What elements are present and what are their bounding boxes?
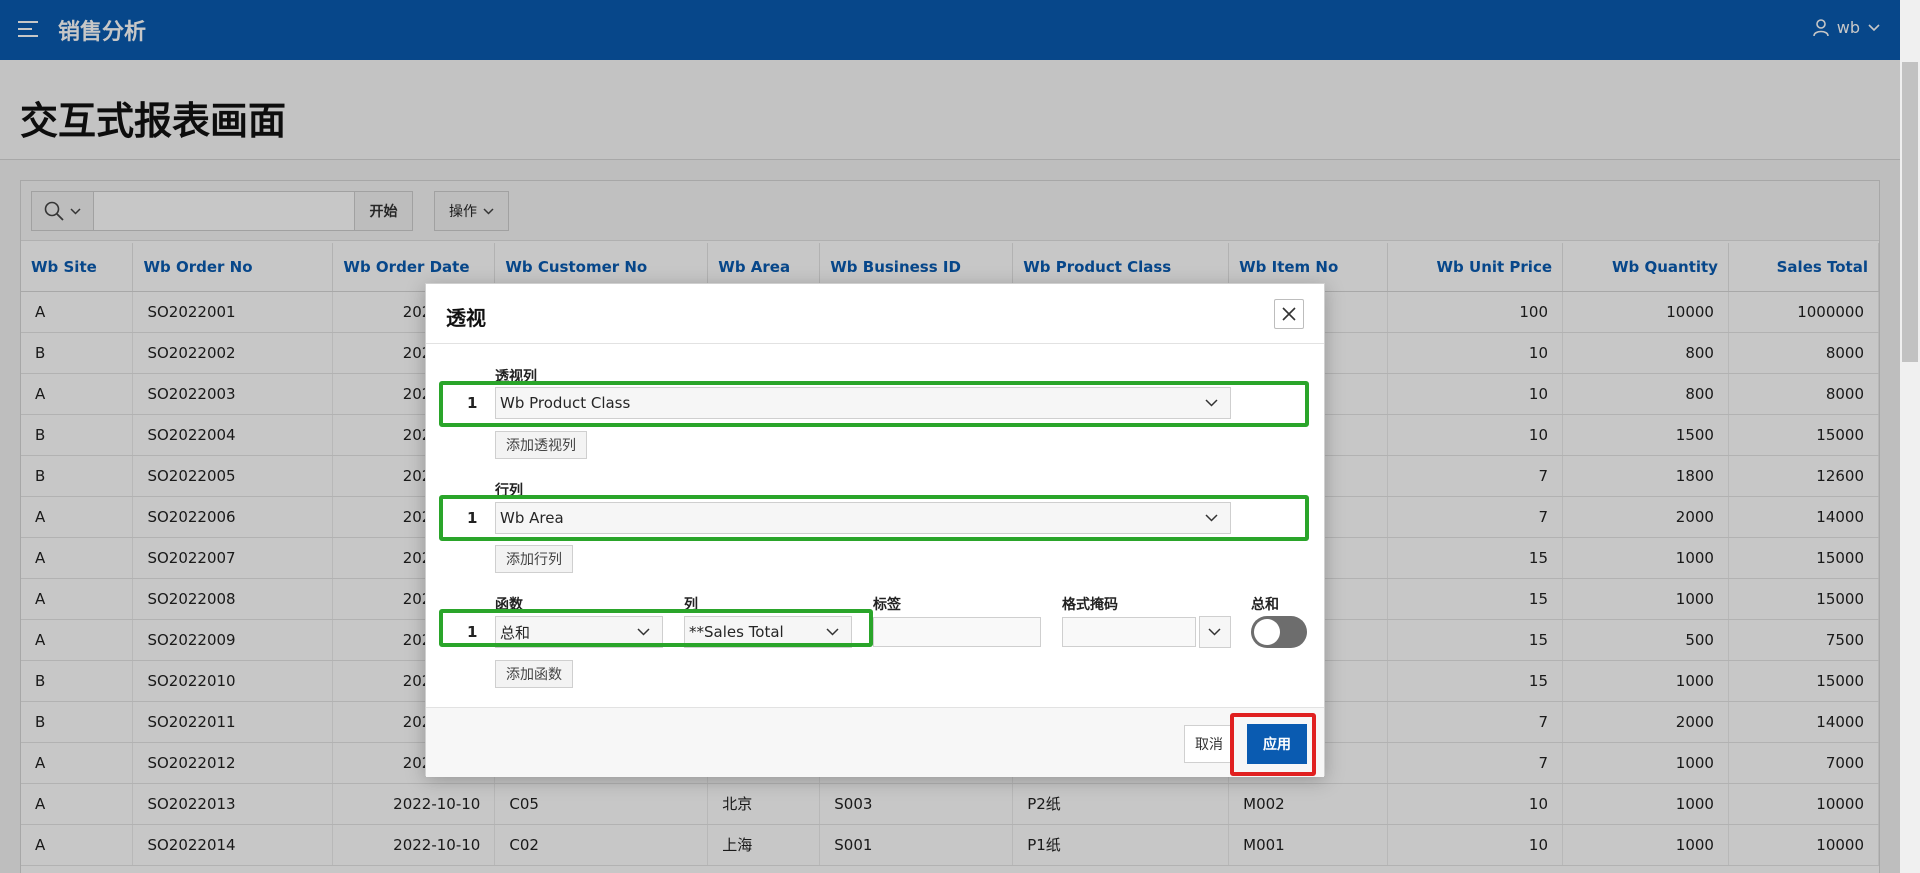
function-select[interactable]: 总和 [495, 616, 663, 648]
dialog-title: 透视 [446, 306, 486, 330]
add-row-column-button[interactable]: 添加行列 [495, 545, 573, 573]
row-column-row-number: 1 [467, 509, 478, 527]
row-column-select[interactable]: Wb Area [495, 502, 1231, 534]
pivot-column-value: Wb Product Class [500, 394, 631, 412]
pivot-column-select[interactable]: Wb Product Class [495, 387, 1231, 419]
format-mask-dropdown[interactable] [1199, 616, 1231, 648]
column-label: 列 [684, 597, 698, 613]
cancel-button[interactable]: 取消 [1184, 725, 1234, 763]
sum-label: 总和 [1251, 597, 1279, 613]
dialog-header: 透视 [426, 284, 1324, 344]
function-column-select[interactable]: **Sales Total [684, 616, 852, 648]
chevron-down-icon [1205, 514, 1218, 522]
apply-button[interactable]: 应用 [1247, 724, 1307, 764]
chevron-down-icon [637, 628, 650, 636]
chevron-down-icon [1208, 628, 1221, 636]
function-row-number: 1 [467, 623, 478, 641]
tag-label: 标签 [873, 597, 901, 613]
scrollbar-thumb[interactable] [1902, 62, 1918, 362]
pivot-dialog: 透视 透视列 1 Wb Product Class 添加透视列 行列 1 Wb … [425, 283, 1325, 777]
chevron-down-icon [826, 628, 839, 636]
function-label: 函数 [495, 597, 523, 613]
pivot-column-row-number: 1 [467, 394, 478, 412]
close-icon [1282, 307, 1296, 321]
add-pivot-column-button[interactable]: 添加透视列 [495, 431, 587, 459]
chevron-down-icon [1205, 399, 1218, 407]
format-mask-input[interactable] [1062, 617, 1196, 647]
page-scrollbar[interactable] [1900, 0, 1920, 873]
row-column-value: Wb Area [500, 509, 564, 527]
sum-toggle[interactable] [1251, 616, 1307, 648]
function-column-value: **Sales Total [689, 623, 784, 641]
dialog-footer: 取消 应用 [426, 707, 1324, 777]
add-function-button[interactable]: 添加函数 [495, 660, 573, 688]
pivot-column-label: 透视列 [495, 369, 537, 385]
tag-input[interactable] [873, 617, 1041, 647]
format-mask-label: 格式掩码 [1062, 597, 1118, 613]
dialog-body: 透视列 1 Wb Product Class 添加透视列 行列 1 Wb Are… [426, 344, 1324, 707]
function-value: 总和 [500, 623, 531, 642]
toggle-knob [1254, 619, 1280, 645]
row-column-label: 行列 [495, 483, 523, 499]
close-button[interactable] [1274, 299, 1304, 329]
